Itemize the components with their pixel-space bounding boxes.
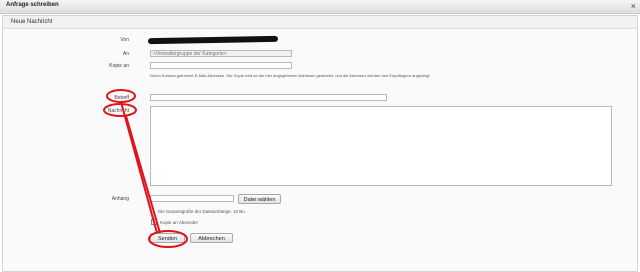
cancel-button[interactable]: Abbrechen [190,233,233,243]
attachment-input[interactable] [150,195,234,202]
cc-input[interactable] [150,62,292,69]
panel-title: Neue Nachricht [11,19,53,25]
subject-label: Betreff [114,95,129,101]
subject-input[interactable] [150,94,387,101]
copy-to-sender-label: Kopie an Absender [160,220,199,225]
window-titlebar: Anfrage schreiben × [0,0,640,14]
copy-to-sender-checkbox[interactable] [151,219,157,225]
window-title: Anfrage schreiben [6,2,59,8]
cc-note: Durch Komma getrennte E-Mail-Adressen. D… [150,73,431,78]
cc-label: Kopie an [109,63,129,69]
choose-file-button[interactable]: Datei wählen [238,194,281,204]
attachment-size-note: Die Gesamtgröße der Dateianhänge: 10 Bu [158,209,245,214]
panel-header: Neue Nachricht [3,16,637,29]
close-icon[interactable]: × [631,0,636,12]
to-label: An [122,51,129,57]
attachment-label: Anhang [111,196,129,202]
message-textarea[interactable] [150,106,612,186]
message-label: Nachricht [107,108,129,114]
send-button[interactable]: Senden [150,233,185,243]
to-field: <Verwaltergruppe der Kategorie> [150,50,292,57]
from-label: Von [120,37,129,43]
